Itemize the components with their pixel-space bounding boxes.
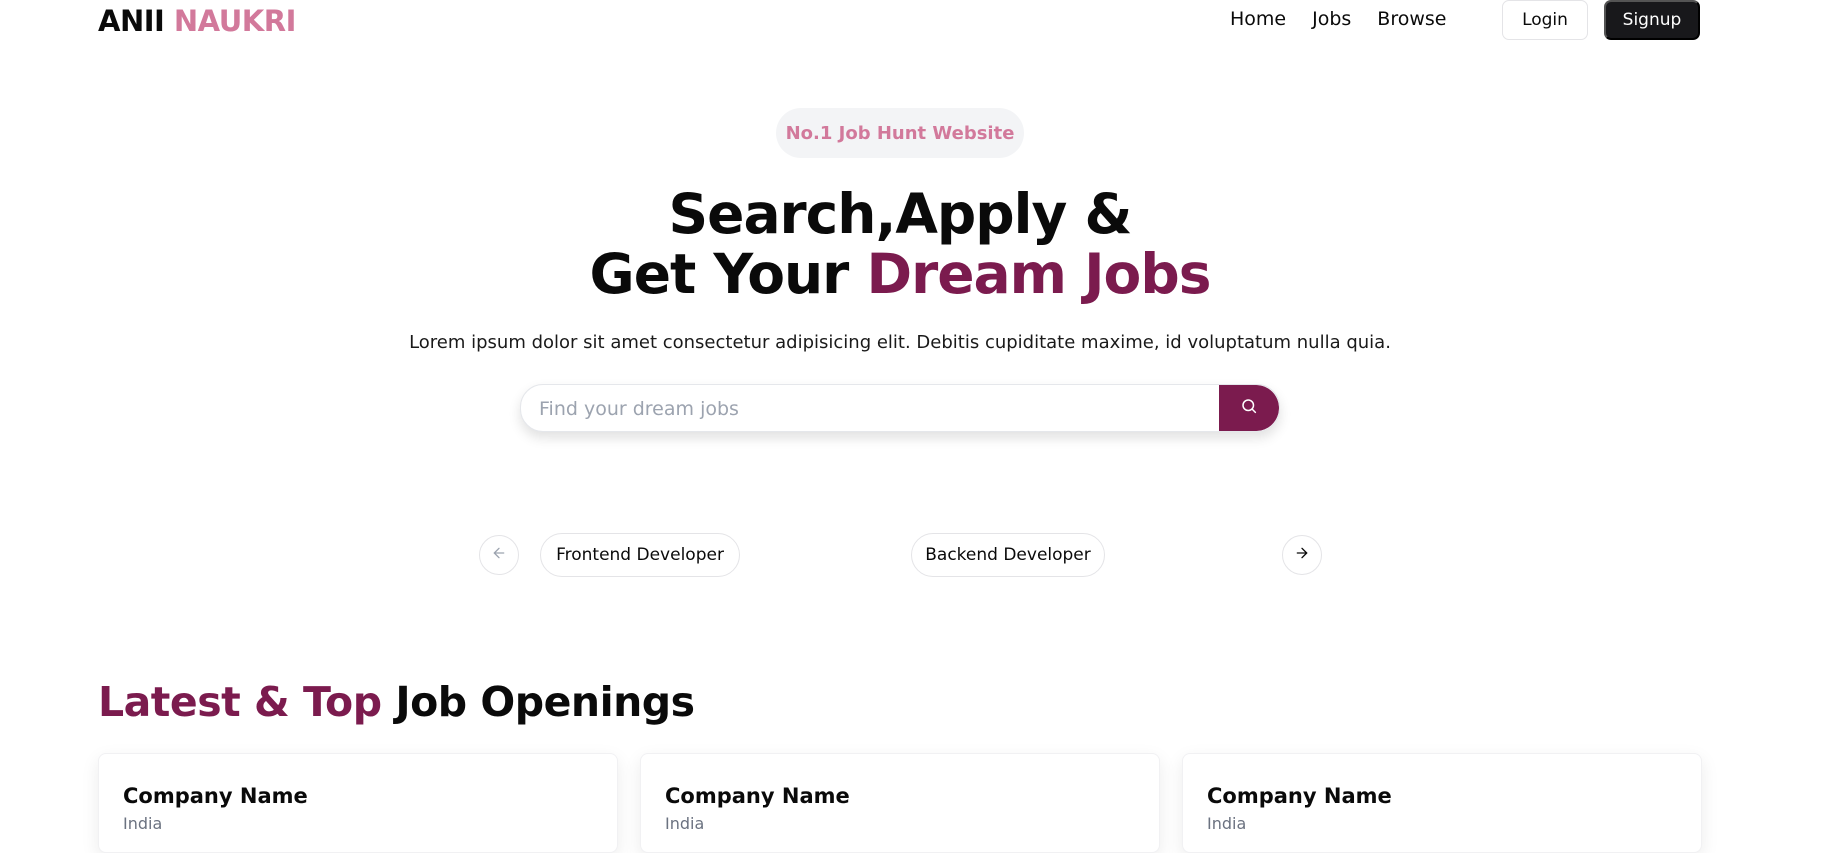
arrow-right-icon xyxy=(1294,545,1310,565)
arrow-left-icon xyxy=(491,545,507,565)
job-openings-title-accent: Latest & Top xyxy=(98,678,382,726)
logo-text-accent: NAUKRI xyxy=(173,4,296,38)
job-card-location: India xyxy=(123,814,163,833)
logo-text-primary: ANII xyxy=(98,4,165,38)
hero-title-line2-prefix: Get Your xyxy=(589,242,867,306)
nav-link-jobs[interactable]: Jobs xyxy=(1312,8,1351,30)
login-button[interactable]: Login xyxy=(1502,0,1588,40)
job-card-location: India xyxy=(665,814,705,833)
hero-description: Lorem ipsum dolor sit amet consectetur a… xyxy=(409,332,1391,353)
search-input[interactable] xyxy=(537,385,1221,431)
job-card[interactable]: Company Name India xyxy=(640,753,1160,853)
category-chip-backend[interactable]: Backend Developer xyxy=(911,533,1105,577)
job-openings-title-rest: Job Openings xyxy=(381,678,695,726)
logo[interactable]: ANII NAUKRI xyxy=(98,4,296,38)
signup-button[interactable]: Signup xyxy=(1604,0,1700,40)
job-card-company: Company Name xyxy=(1207,784,1392,808)
job-openings-title: Latest & Top Job Openings xyxy=(98,678,695,726)
search-icon xyxy=(1240,397,1258,419)
hero-title-line1: Search,Apply & xyxy=(668,182,1133,246)
job-card[interactable]: Company Name India xyxy=(98,753,618,853)
nav-link-browse[interactable]: Browse xyxy=(1377,8,1446,30)
job-card-company: Company Name xyxy=(665,784,850,808)
job-card-location: India xyxy=(1207,814,1247,833)
navbar: ANII NAUKRI Home Jobs Browse Login Signu… xyxy=(0,0,1822,42)
category-chip-frontend[interactable]: Frontend Developer xyxy=(540,533,740,577)
carousel-prev-button[interactable] xyxy=(479,535,519,575)
carousel-next-button[interactable] xyxy=(1282,535,1322,575)
hero-badge: No.1 Job Hunt Website xyxy=(776,108,1024,158)
job-card[interactable]: Company Name India xyxy=(1182,753,1702,853)
search-button[interactable] xyxy=(1219,385,1279,431)
search-bar xyxy=(520,384,1280,432)
nav-link-home[interactable]: Home xyxy=(1230,8,1286,30)
nav-links: Home Jobs Browse xyxy=(1230,8,1472,30)
job-card-company: Company Name xyxy=(123,784,308,808)
hero-title: Search,Apply & Get Your Dream Jobs xyxy=(0,184,1800,304)
hero-title-accent: Dream Jobs xyxy=(866,242,1211,306)
